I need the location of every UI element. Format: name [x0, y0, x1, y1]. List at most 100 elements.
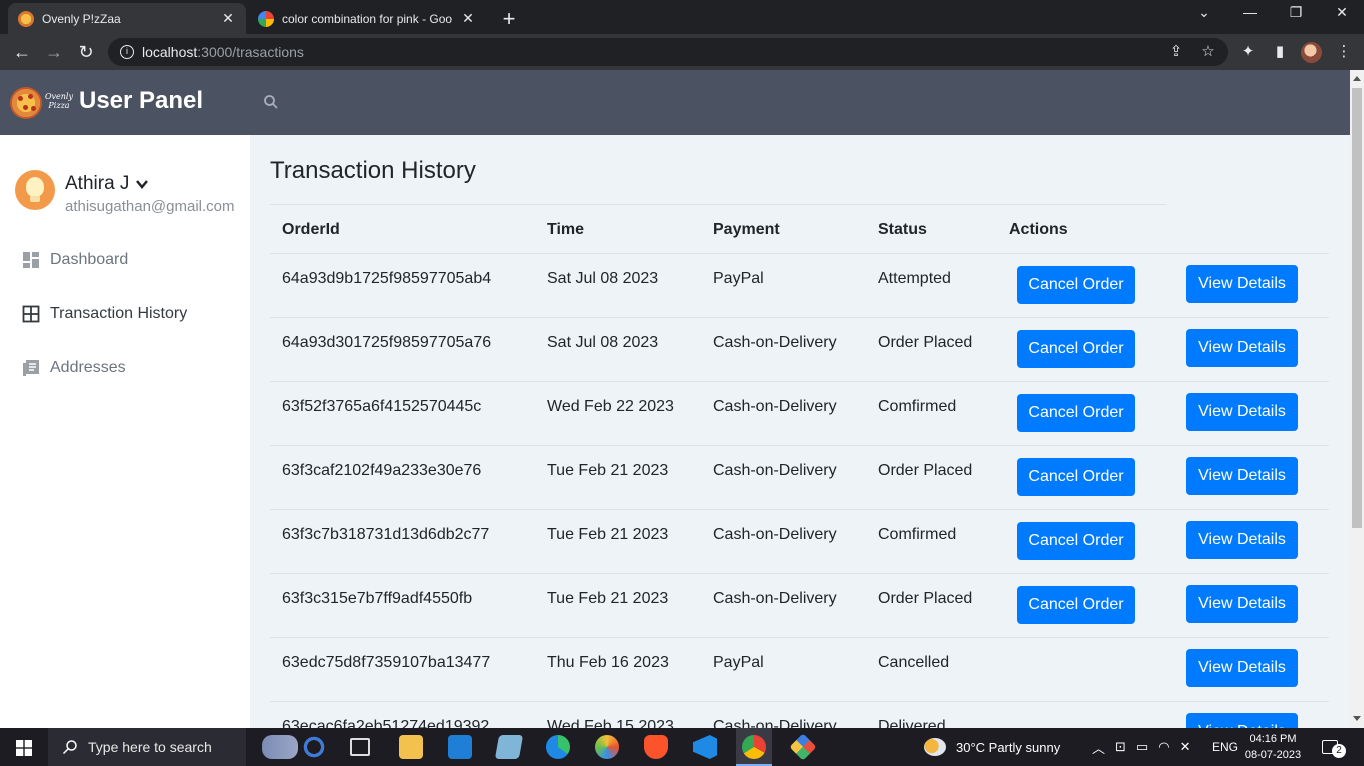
side-panel-icon[interactable]: ▮: [1268, 40, 1292, 64]
sidebar-item-addresses[interactable]: Addresses: [22, 359, 126, 377]
chevron-up-icon[interactable]: ︿: [1092, 738, 1115, 757]
notepad-icon[interactable]: [494, 735, 524, 759]
cancel-order-button[interactable]: Cancel Order: [1017, 266, 1135, 304]
brave-icon[interactable]: [644, 735, 668, 759]
share-icon[interactable]: ⇪: [1162, 38, 1190, 66]
pizza-logo[interactable]: [10, 87, 42, 119]
tab-search-chevron-icon[interactable]: ⌄: [1181, 4, 1227, 21]
column-header-payment: Payment: [713, 221, 780, 238]
table-row: 64a93d301725f98597705a76 Sat Jul 08 2023 C…: [270, 317, 1329, 381]
browser-tab-bar: Ovenly P!zZaa ✕ color combination for pi…: [0, 0, 1364, 34]
list-icon: [23, 360, 39, 376]
table-row: 63ecac6fa2eb51274ed19392 Wed Feb 15 2023 C…: [270, 701, 1329, 728]
vscode-icon[interactable]: [693, 735, 717, 759]
view-details-button[interactable]: View Details: [1186, 329, 1298, 367]
cell-order-id: 63ecac6fa2eb51274ed19392: [282, 718, 490, 728]
notification-badge: 2: [1332, 744, 1346, 758]
minimize-button[interactable]: —: [1227, 4, 1273, 20]
task-view-icon[interactable]: [350, 738, 370, 756]
cell-status: Attempted: [878, 270, 951, 287]
close-tab-icon[interactable]: ✕: [460, 10, 476, 27]
cell-status: Order Placed: [878, 590, 973, 607]
address-bar[interactable]: i localhost:3000/trasactions ⇪ ☆: [108, 38, 1228, 66]
windows-taskbar: Type here to search 30°C Partly sunny ︿ …: [0, 728, 1364, 766]
cell-status: Cancelled: [878, 654, 950, 671]
widget-games-icon[interactable]: [262, 735, 298, 759]
view-details-button[interactable]: View Details: [1186, 649, 1298, 687]
cancel-order-button[interactable]: Cancel Order: [1017, 458, 1135, 496]
table-row: 63edc75d8f7359107ba13477 Thu Feb 16 2023 P…: [270, 637, 1329, 701]
cell-order-id: 64a93d301725f98597705a76: [282, 334, 492, 351]
column-header-time: Time: [547, 221, 585, 238]
page-scrollbar[interactable]: [1350, 70, 1364, 728]
table-row: 63f3c315e7b7ff9adf4550fb Tue Feb 21 2023 C…: [270, 573, 1329, 637]
search-icon[interactable]: [263, 94, 279, 110]
language-indicator[interactable]: ENG: [1212, 728, 1238, 766]
cell-time: Wed Feb 15 2023: [547, 718, 674, 728]
view-details-button[interactable]: View Details: [1186, 521, 1298, 559]
cell-time: Sat Jul 08 2023: [547, 334, 659, 351]
scrollbar-thumb[interactable]: [1352, 88, 1362, 528]
app-title: User Panel: [79, 87, 204, 114]
user-name-dropdown[interactable]: Athira J: [65, 173, 149, 195]
table-row: 63f3c7b318731d13d6db2c77 Tue Feb 21 2023 C…: [270, 509, 1329, 573]
column-header-orderid: OrderId: [282, 221, 340, 238]
close-window-button[interactable]: ✕: [1319, 4, 1364, 21]
cell-order-id: 63f3c7b318731d13d6db2c77: [282, 526, 490, 543]
tab-ovenly-pizza[interactable]: Ovenly P!zZaa ✕: [8, 3, 246, 34]
headset-icon[interactable]: [302, 735, 326, 759]
windows-start-icon[interactable]: [16, 740, 32, 756]
user-email: athisugathan@gmail.com: [65, 198, 235, 215]
chrome-taskbar-button[interactable]: [736, 728, 772, 766]
cancel-order-button[interactable]: Cancel Order: [1017, 330, 1135, 368]
view-details-button[interactable]: View Details: [1186, 265, 1298, 303]
cell-time: Sat Jul 08 2023: [547, 270, 659, 287]
cell-order-id: 63f3caf2102f49a233e30e76: [282, 462, 482, 479]
view-details-button[interactable]: View Details: [1186, 393, 1298, 431]
cell-time: Tue Feb 21 2023: [547, 462, 669, 479]
close-tab-icon[interactable]: ✕: [220, 10, 236, 27]
info-icon[interactable]: i: [120, 45, 134, 59]
system-tray-icons[interactable]: ︿ ⊡ ▭ ◠ ✕: [1092, 728, 1200, 766]
column-header-actions: Actions: [1009, 221, 1068, 238]
more-menu-icon[interactable]: ⋮: [1332, 40, 1356, 64]
user-avatar[interactable]: [15, 170, 55, 210]
forward-arrow-icon[interactable]: →: [42, 40, 66, 64]
view-details-button[interactable]: View Details: [1186, 585, 1298, 623]
network-icon[interactable]: ⊡: [1115, 739, 1136, 755]
tab-google-search[interactable]: color combination for pink - Goo ✕: [248, 3, 486, 34]
wifi-icon[interactable]: ◠: [1158, 739, 1179, 755]
view-details-button[interactable]: View Details: [1186, 713, 1298, 728]
view-details-button[interactable]: View Details: [1186, 457, 1298, 495]
paint-icon[interactable]: [595, 735, 619, 759]
file-explorer-icon[interactable]: [399, 735, 423, 759]
cancel-order-button[interactable]: Cancel Order: [1017, 394, 1135, 432]
profile-avatar[interactable]: [1301, 42, 1322, 63]
taskbar-search-input[interactable]: Type here to search: [48, 728, 246, 766]
bookmark-star-icon[interactable]: ☆: [1194, 38, 1222, 66]
cell-payment: PayPal: [713, 654, 764, 671]
taskbar-clock[interactable]: 04:16 PM 08-07-2023: [1242, 731, 1304, 763]
volume-muted-icon[interactable]: ✕: [1180, 739, 1201, 755]
battery-icon[interactable]: ▭: [1136, 739, 1158, 755]
sidebar-item-transaction-history[interactable]: Transaction History: [22, 305, 187, 323]
cell-time: Thu Feb 16 2023: [547, 654, 669, 671]
reload-icon[interactable]: ↻: [74, 40, 98, 64]
cancel-order-button[interactable]: Cancel Order: [1017, 586, 1135, 624]
table-header-divider: [270, 204, 1166, 205]
notification-center[interactable]: 2: [1322, 728, 1352, 766]
edge-icon[interactable]: [546, 735, 570, 759]
git-tool-icon[interactable]: [789, 733, 817, 761]
back-arrow-icon[interactable]: ←: [10, 40, 34, 64]
weather-widget[interactable]: 30°C Partly sunny: [924, 728, 1060, 766]
cell-time: Wed Feb 22 2023: [547, 398, 674, 415]
new-tab-button[interactable]: +: [498, 6, 520, 32]
cell-payment: Cash-on-Delivery: [713, 526, 837, 543]
cell-payment: Cash-on-Delivery: [713, 590, 837, 607]
restore-button[interactable]: ❐: [1273, 4, 1319, 21]
cell-order-id: 63f3c315e7b7ff9adf4550fb: [282, 590, 473, 607]
sidebar-item-dashboard[interactable]: Dashboard: [22, 251, 128, 269]
extensions-puzzle-icon[interactable]: ✦: [1236, 40, 1260, 64]
cancel-order-button[interactable]: Cancel Order: [1017, 522, 1135, 560]
mail-icon[interactable]: [448, 735, 472, 759]
